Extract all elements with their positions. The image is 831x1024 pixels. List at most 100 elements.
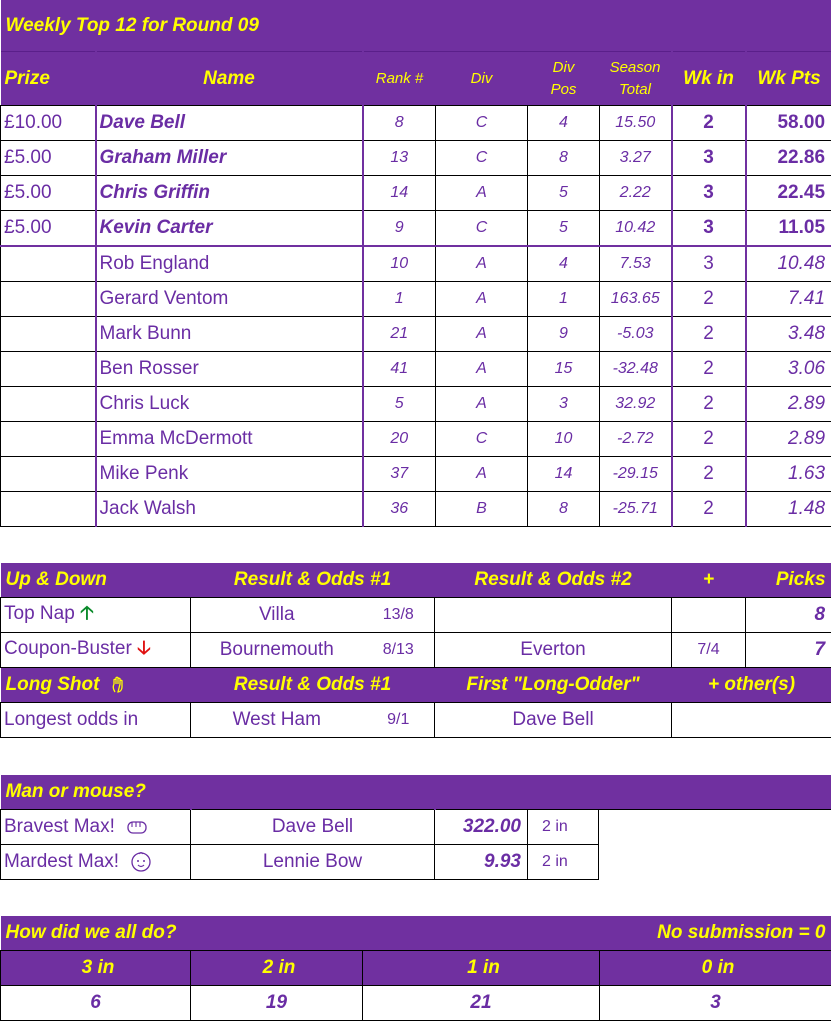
- prize-cell: [0, 386, 96, 422]
- top-nap-row: Top Nap 🡡 Villa 13/8 8: [0, 597, 831, 633]
- result-odds-1-header: Result & Odds #1: [190, 563, 435, 598]
- div-pos-cell: 10: [527, 421, 600, 457]
- longest-who: Dave Bell: [434, 702, 673, 738]
- long-result-odds-header: Result & Odds #1: [190, 667, 435, 703]
- season-total-cell: 10.42: [599, 210, 672, 247]
- col-3-in: 3 in: [0, 950, 191, 986]
- table-row: Mike Penk 37 A 14 -29.15 2 1.63: [0, 456, 831, 492]
- arrow-up-icon: 🡡: [80, 603, 94, 624]
- season-total-cell: 3.27: [599, 140, 672, 176]
- rank-cell: 10: [361, 245, 436, 282]
- baby-face-icon: [131, 851, 152, 872]
- longest-odds: 9/1: [362, 702, 436, 738]
- top-nap-picks: 8: [745, 597, 831, 633]
- table-row: £5.00 Graham Miller 13 C 8 3.27 3 22.86: [0, 140, 831, 176]
- season-total-cell: 2.22: [599, 175, 672, 211]
- div-pos-cell: 5: [527, 175, 600, 211]
- long-shot-header: Long Shot: [0, 667, 191, 703]
- picks-header: Picks: [745, 563, 831, 598]
- mardest-who: Lennie Bow: [190, 844, 435, 880]
- val-0-in: 3: [599, 985, 831, 1021]
- fist-icon: [127, 821, 147, 834]
- rank-cell: 36: [361, 491, 436, 527]
- bravest-who: Dave Bell: [190, 809, 435, 845]
- wk-in-cell: 3: [670, 245, 746, 282]
- header-wk-pts: Wk Pts: [744, 51, 831, 106]
- header-season-total: Season Total: [599, 51, 672, 106]
- div-pos-cell: 4: [527, 245, 600, 282]
- summary-note: No submission = 0: [362, 916, 831, 951]
- prize-cell: £5.00: [0, 140, 96, 176]
- header-div-pos: Div Pos: [527, 51, 600, 106]
- div-cell: A: [435, 456, 528, 492]
- val-3-in: 6: [0, 985, 191, 1021]
- season-total-cell: -5.03: [599, 316, 672, 352]
- table-row: Rob England 10 A 4 7.53 3 10.48: [0, 245, 831, 282]
- div-cell: B: [435, 491, 528, 527]
- name-cell: Rob England: [94, 245, 363, 282]
- wk-in-cell: 2: [670, 421, 746, 457]
- season-total-cell: 15.50: [599, 105, 672, 141]
- wk-pts-cell: 22.86: [744, 140, 831, 176]
- name-cell: Graham Miller: [94, 140, 363, 176]
- prize-cell: [0, 245, 96, 282]
- wk-pts-cell: 2.89: [744, 421, 831, 457]
- wk-pts-cell: 1.48: [744, 491, 831, 527]
- coupon-buster-label: Coupon-Buster 🡣: [0, 632, 191, 668]
- val-1-in: 21: [362, 985, 600, 1021]
- coupon-buster-row: Coupon-Buster 🡣 Bournemouth 8/13 Everton…: [0, 632, 831, 668]
- wk-pts-cell: 3.06: [744, 351, 831, 387]
- col-2-in: 2 in: [190, 950, 363, 986]
- table-row: Mark Bunn 21 A 9 -5.03 2 3.48: [0, 316, 831, 352]
- col-0-in: 0 in: [599, 950, 831, 986]
- name-cell: Chris Luck: [94, 386, 363, 422]
- coupon-picks: 7: [745, 632, 831, 668]
- bravest-value: 322.00: [434, 809, 528, 845]
- div-pos-cell: 3: [527, 386, 600, 422]
- others-header: + other(s): [671, 667, 831, 703]
- rank-cell: 9: [361, 210, 436, 247]
- div-pos-cell: 1: [527, 281, 600, 317]
- wk-in-cell: 3: [670, 175, 746, 211]
- rank-cell: 14: [361, 175, 436, 211]
- header-wk-in: Wk in: [670, 51, 746, 106]
- name-cell: Chris Griffin: [94, 175, 363, 211]
- season-total-cell: -29.15: [599, 456, 672, 492]
- div-pos-cell: 8: [527, 140, 600, 176]
- prize-cell: [0, 456, 96, 492]
- wk-pts-cell: 22.45: [744, 175, 831, 211]
- div-pos-cell: 14: [527, 456, 600, 492]
- season-total-cell: 7.53: [599, 245, 672, 282]
- mardest-in: 2 in: [527, 844, 599, 880]
- wk-in-cell: 2: [670, 281, 746, 317]
- div-pos-cell: 9: [527, 316, 600, 352]
- wk-pts-cell: 7.41: [744, 281, 831, 317]
- prize-cell: £5.00: [0, 210, 96, 247]
- wk-pts-cell: 2.89: [744, 386, 831, 422]
- rank-cell: 21: [361, 316, 436, 352]
- div-cell: A: [435, 316, 528, 352]
- div-cell: C: [435, 140, 528, 176]
- summary-title: How did we all do?: [0, 916, 363, 951]
- longest-odds-row: Longest odds in West Ham 9/1 Dave Bell: [0, 702, 831, 738]
- table-row: £5.00 Chris Griffin 14 A 5 2.22 3 22.45: [0, 175, 831, 211]
- bravest-row: Bravest Max! Dave Bell 322.00 2 in: [0, 809, 831, 880]
- plus-header: +: [671, 563, 746, 598]
- top-nap-team: Villa: [190, 597, 363, 633]
- coupon-team: Bournemouth: [190, 632, 363, 668]
- top-nap-team2: [434, 597, 673, 633]
- top-nap-odds: 13/8: [362, 597, 436, 633]
- result-odds-2-header: Result & Odds #2: [434, 563, 672, 598]
- wk-pts-cell: 1.63: [744, 456, 831, 492]
- rank-cell: 8: [361, 105, 436, 141]
- wk-in-cell: 3: [670, 140, 746, 176]
- longest-team: West Ham: [190, 702, 363, 738]
- div-cell: C: [435, 421, 528, 457]
- div-pos-cell: 8: [527, 491, 600, 527]
- name-cell: Emma McDermott: [94, 421, 363, 457]
- wk-in-cell: 2: [670, 351, 746, 387]
- coupon-odds2: 7/4: [671, 632, 747, 668]
- top-nap-odds2: [671, 597, 747, 633]
- coupon-team2: Everton: [434, 632, 673, 668]
- rank-cell: 37: [361, 456, 436, 492]
